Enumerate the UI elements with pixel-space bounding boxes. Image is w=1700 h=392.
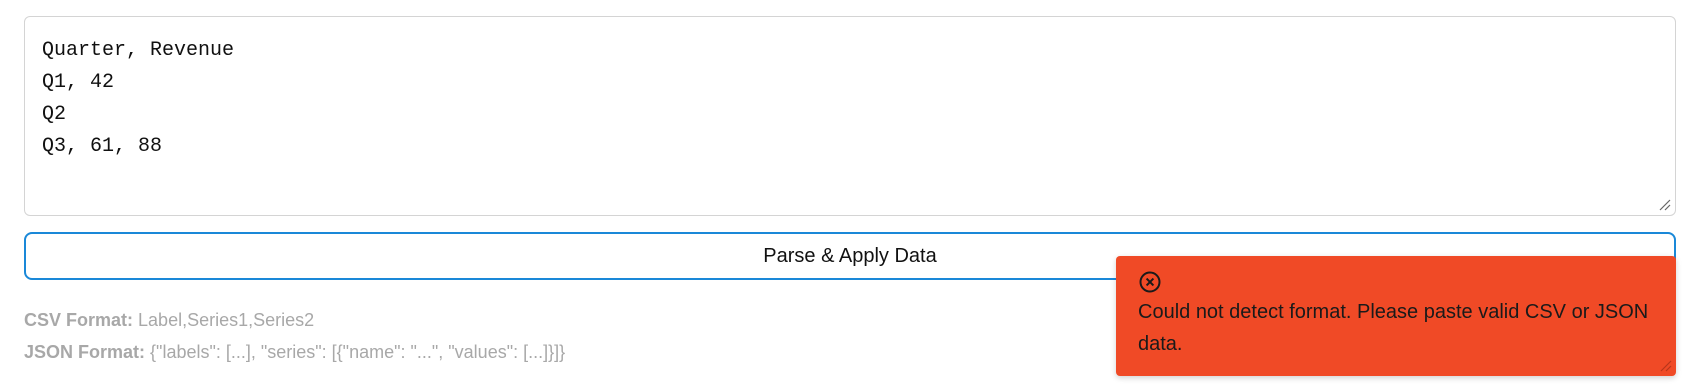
csv-format-example: Label,Series1,Series2 [138, 310, 315, 330]
json-format-label: JSON Format: [24, 342, 146, 362]
error-toast-message: Could not detect format. Please paste va… [1138, 301, 1649, 355]
json-format-hint: JSON Format: {"labels": [...], "series":… [24, 342, 565, 363]
data-input-panel: Quarter, Revenue Q1, 42 Q2 Q3, 61, 88 Pa… [0, 0, 1700, 392]
csv-format-label: CSV Format: [24, 310, 134, 330]
error-toast[interactable]: Could not detect format. Please paste va… [1116, 256, 1676, 376]
data-textarea-content: Quarter, Revenue Q1, 42 Q2 Q3, 61, 88 [42, 39, 235, 158]
error-circle-x-icon [1139, 271, 1161, 293]
resize-grip-icon[interactable] [1657, 197, 1671, 211]
toast-resize-icon [1660, 360, 1672, 372]
csv-format-hint: CSV Format: Label,Series1,Series2 [24, 310, 314, 331]
data-textarea[interactable]: Quarter, Revenue Q1, 42 Q2 Q3, 61, 88 [24, 16, 1676, 216]
json-format-example: {"labels": [...], "series": [{"name": ".… [150, 342, 566, 362]
